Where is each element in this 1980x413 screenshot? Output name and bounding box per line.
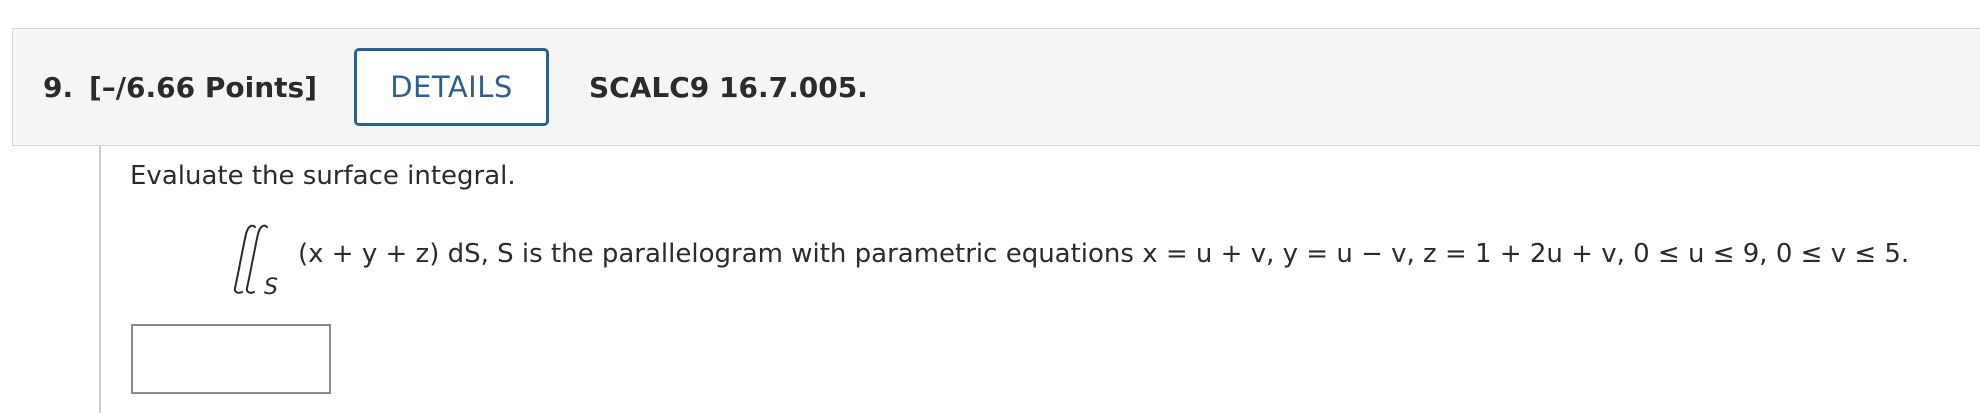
answer-input[interactable] [131,324,331,394]
question-prompt: Evaluate the surface integral. [130,161,516,191]
double-integral-icon: S [233,224,278,298]
question-number: 9. [43,71,74,104]
question-header: 9. [–/6.66 Points] DETAILS SCALC9 16.7.0… [12,28,1980,146]
question-body-rule [99,146,101,413]
integral-subscript: S [264,275,278,298]
integral-equation: (x + y + z) dS, S is the parallelogram w… [298,239,1910,269]
question-points: [–/6.66 Points] [89,71,317,104]
details-button-label: DETAILS [390,70,513,104]
question-reference: SCALC9 16.7.005. [589,71,868,104]
details-button[interactable]: DETAILS [354,48,549,126]
